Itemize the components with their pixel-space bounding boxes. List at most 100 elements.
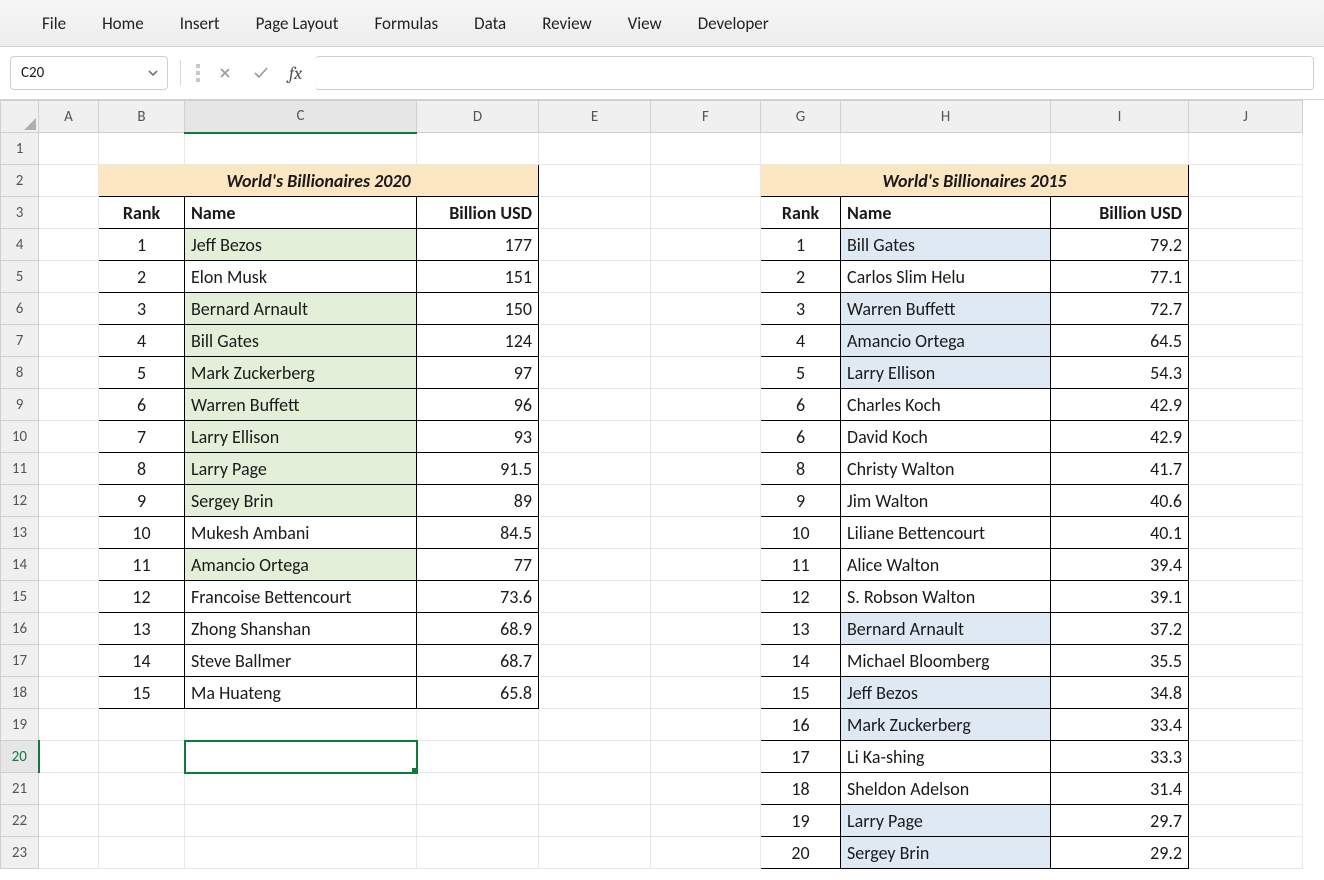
row-header-3[interactable]: 3 — [1, 197, 39, 229]
cell-J6[interactable] — [1189, 293, 1303, 325]
cell-A15[interactable] — [39, 581, 99, 613]
cell-F13[interactable] — [651, 517, 761, 549]
row-header-20[interactable]: 20 — [1, 741, 39, 773]
row-header-8[interactable]: 8 — [1, 357, 39, 389]
col-header-I[interactable]: I — [1051, 101, 1189, 133]
ribbon-tab-review[interactable]: Review — [524, 7, 609, 40]
formula-input[interactable] — [315, 56, 1314, 90]
cell-I1[interactable] — [1051, 133, 1189, 165]
cell-G17[interactable]: 14 — [761, 645, 841, 677]
cell-C12[interactable]: Sergey Brin — [185, 485, 417, 517]
cell-A20[interactable] — [39, 741, 99, 773]
row-header-22[interactable]: 22 — [1, 805, 39, 837]
cell-I23[interactable]: 29.2 — [1051, 837, 1189, 869]
cell-B21[interactable] — [99, 773, 185, 805]
cell-F1[interactable] — [651, 133, 761, 165]
col-header-H[interactable]: H — [841, 101, 1051, 133]
cell-H7[interactable]: Amancio Ortega — [841, 325, 1051, 357]
cell-B12[interactable]: 9 — [99, 485, 185, 517]
cell-F10[interactable] — [651, 421, 761, 453]
cell-C20[interactable] — [185, 741, 417, 773]
cell-J7[interactable] — [1189, 325, 1303, 357]
cell-I14[interactable]: 39.4 — [1051, 549, 1189, 581]
cell-A16[interactable] — [39, 613, 99, 645]
cell-C18[interactable]: Ma Huateng — [185, 677, 417, 709]
cell-G13[interactable]: 10 — [761, 517, 841, 549]
cell-E15[interactable] — [539, 581, 651, 613]
ribbon-tab-home[interactable]: Home — [84, 7, 162, 40]
cell-J11[interactable] — [1189, 453, 1303, 485]
cell-J17[interactable] — [1189, 645, 1303, 677]
cell-A2[interactable] — [39, 165, 99, 197]
cell-F17[interactable] — [651, 645, 761, 677]
cell-C17[interactable]: Steve Ballmer — [185, 645, 417, 677]
cell-H14[interactable]: Alice Walton — [841, 549, 1051, 581]
cell-F15[interactable] — [651, 581, 761, 613]
cell-F2[interactable] — [651, 165, 761, 197]
row-header-12[interactable]: 12 — [1, 485, 39, 517]
cell-I12[interactable]: 40.6 — [1051, 485, 1189, 517]
cell-D11[interactable]: 91.5 — [417, 453, 539, 485]
cell-F11[interactable] — [651, 453, 761, 485]
row-header-6[interactable]: 6 — [1, 293, 39, 325]
ribbon-tab-page-layout[interactable]: Page Layout — [238, 7, 357, 40]
cell-D22[interactable] — [417, 805, 539, 837]
cell-E3[interactable] — [539, 197, 651, 229]
cell-B15[interactable]: 12 — [99, 581, 185, 613]
cell-E2[interactable] — [539, 165, 651, 197]
cell-E18[interactable] — [539, 677, 651, 709]
cell-E10[interactable] — [539, 421, 651, 453]
cell-E7[interactable] — [539, 325, 651, 357]
cell-B18[interactable]: 15 — [99, 677, 185, 709]
cell-A7[interactable] — [39, 325, 99, 357]
cell-G5[interactable]: 2 — [761, 261, 841, 293]
cell-A3[interactable] — [39, 197, 99, 229]
cell-E19[interactable] — [539, 709, 651, 741]
cell-B17[interactable]: 14 — [99, 645, 185, 677]
cell-J22[interactable] — [1189, 805, 1303, 837]
row-header-2[interactable]: 2 — [1, 165, 39, 197]
cell-J16[interactable] — [1189, 613, 1303, 645]
cell-F4[interactable] — [651, 229, 761, 261]
cell-B20[interactable] — [99, 741, 185, 773]
cell-H19[interactable]: Mark Zuckerberg — [841, 709, 1051, 741]
cell-D4[interactable]: 177 — [417, 229, 539, 261]
cell-E11[interactable] — [539, 453, 651, 485]
cell-H22[interactable]: Larry Page — [841, 805, 1051, 837]
cell-C15[interactable]: Francoise Bettencourt — [185, 581, 417, 613]
cell-H9[interactable]: Charles Koch — [841, 389, 1051, 421]
cell-B16[interactable]: 13 — [99, 613, 185, 645]
ribbon-tab-developer[interactable]: Developer — [680, 7, 787, 40]
name-box[interactable]: C20 — [10, 56, 168, 90]
cell-J3[interactable] — [1189, 197, 1303, 229]
cell-I7[interactable]: 64.5 — [1051, 325, 1189, 357]
cell-B5[interactable]: 2 — [99, 261, 185, 293]
cell-I13[interactable]: 40.1 — [1051, 517, 1189, 549]
cell-A12[interactable] — [39, 485, 99, 517]
cell-J18[interactable] — [1189, 677, 1303, 709]
cell-E16[interactable] — [539, 613, 651, 645]
row-header-7[interactable]: 7 — [1, 325, 39, 357]
cell-G18[interactable]: 15 — [761, 677, 841, 709]
cell-J1[interactable] — [1189, 133, 1303, 165]
row-header-14[interactable]: 14 — [1, 549, 39, 581]
cell-A14[interactable] — [39, 549, 99, 581]
cell-H12[interactable]: Jim Walton — [841, 485, 1051, 517]
row-header-15[interactable]: 15 — [1, 581, 39, 613]
cell-G11[interactable]: 8 — [761, 453, 841, 485]
cell-H11[interactable]: Christy Walton — [841, 453, 1051, 485]
cell-C9[interactable]: Warren Buffett — [185, 389, 417, 421]
cell-A10[interactable] — [39, 421, 99, 453]
cell-B11[interactable]: 8 — [99, 453, 185, 485]
cell-J12[interactable] — [1189, 485, 1303, 517]
cell-I17[interactable]: 35.5 — [1051, 645, 1189, 677]
cell-F9[interactable] — [651, 389, 761, 421]
cell-H5[interactable]: Carlos Slim Helu — [841, 261, 1051, 293]
cell-F18[interactable] — [651, 677, 761, 709]
cell-D1[interactable] — [417, 133, 539, 165]
cell-I4[interactable]: 79.2 — [1051, 229, 1189, 261]
cell-C10[interactable]: Larry Ellison — [185, 421, 417, 453]
cell-B3[interactable]: Rank — [99, 197, 185, 229]
row-header-11[interactable]: 11 — [1, 453, 39, 485]
cell-F5[interactable] — [651, 261, 761, 293]
